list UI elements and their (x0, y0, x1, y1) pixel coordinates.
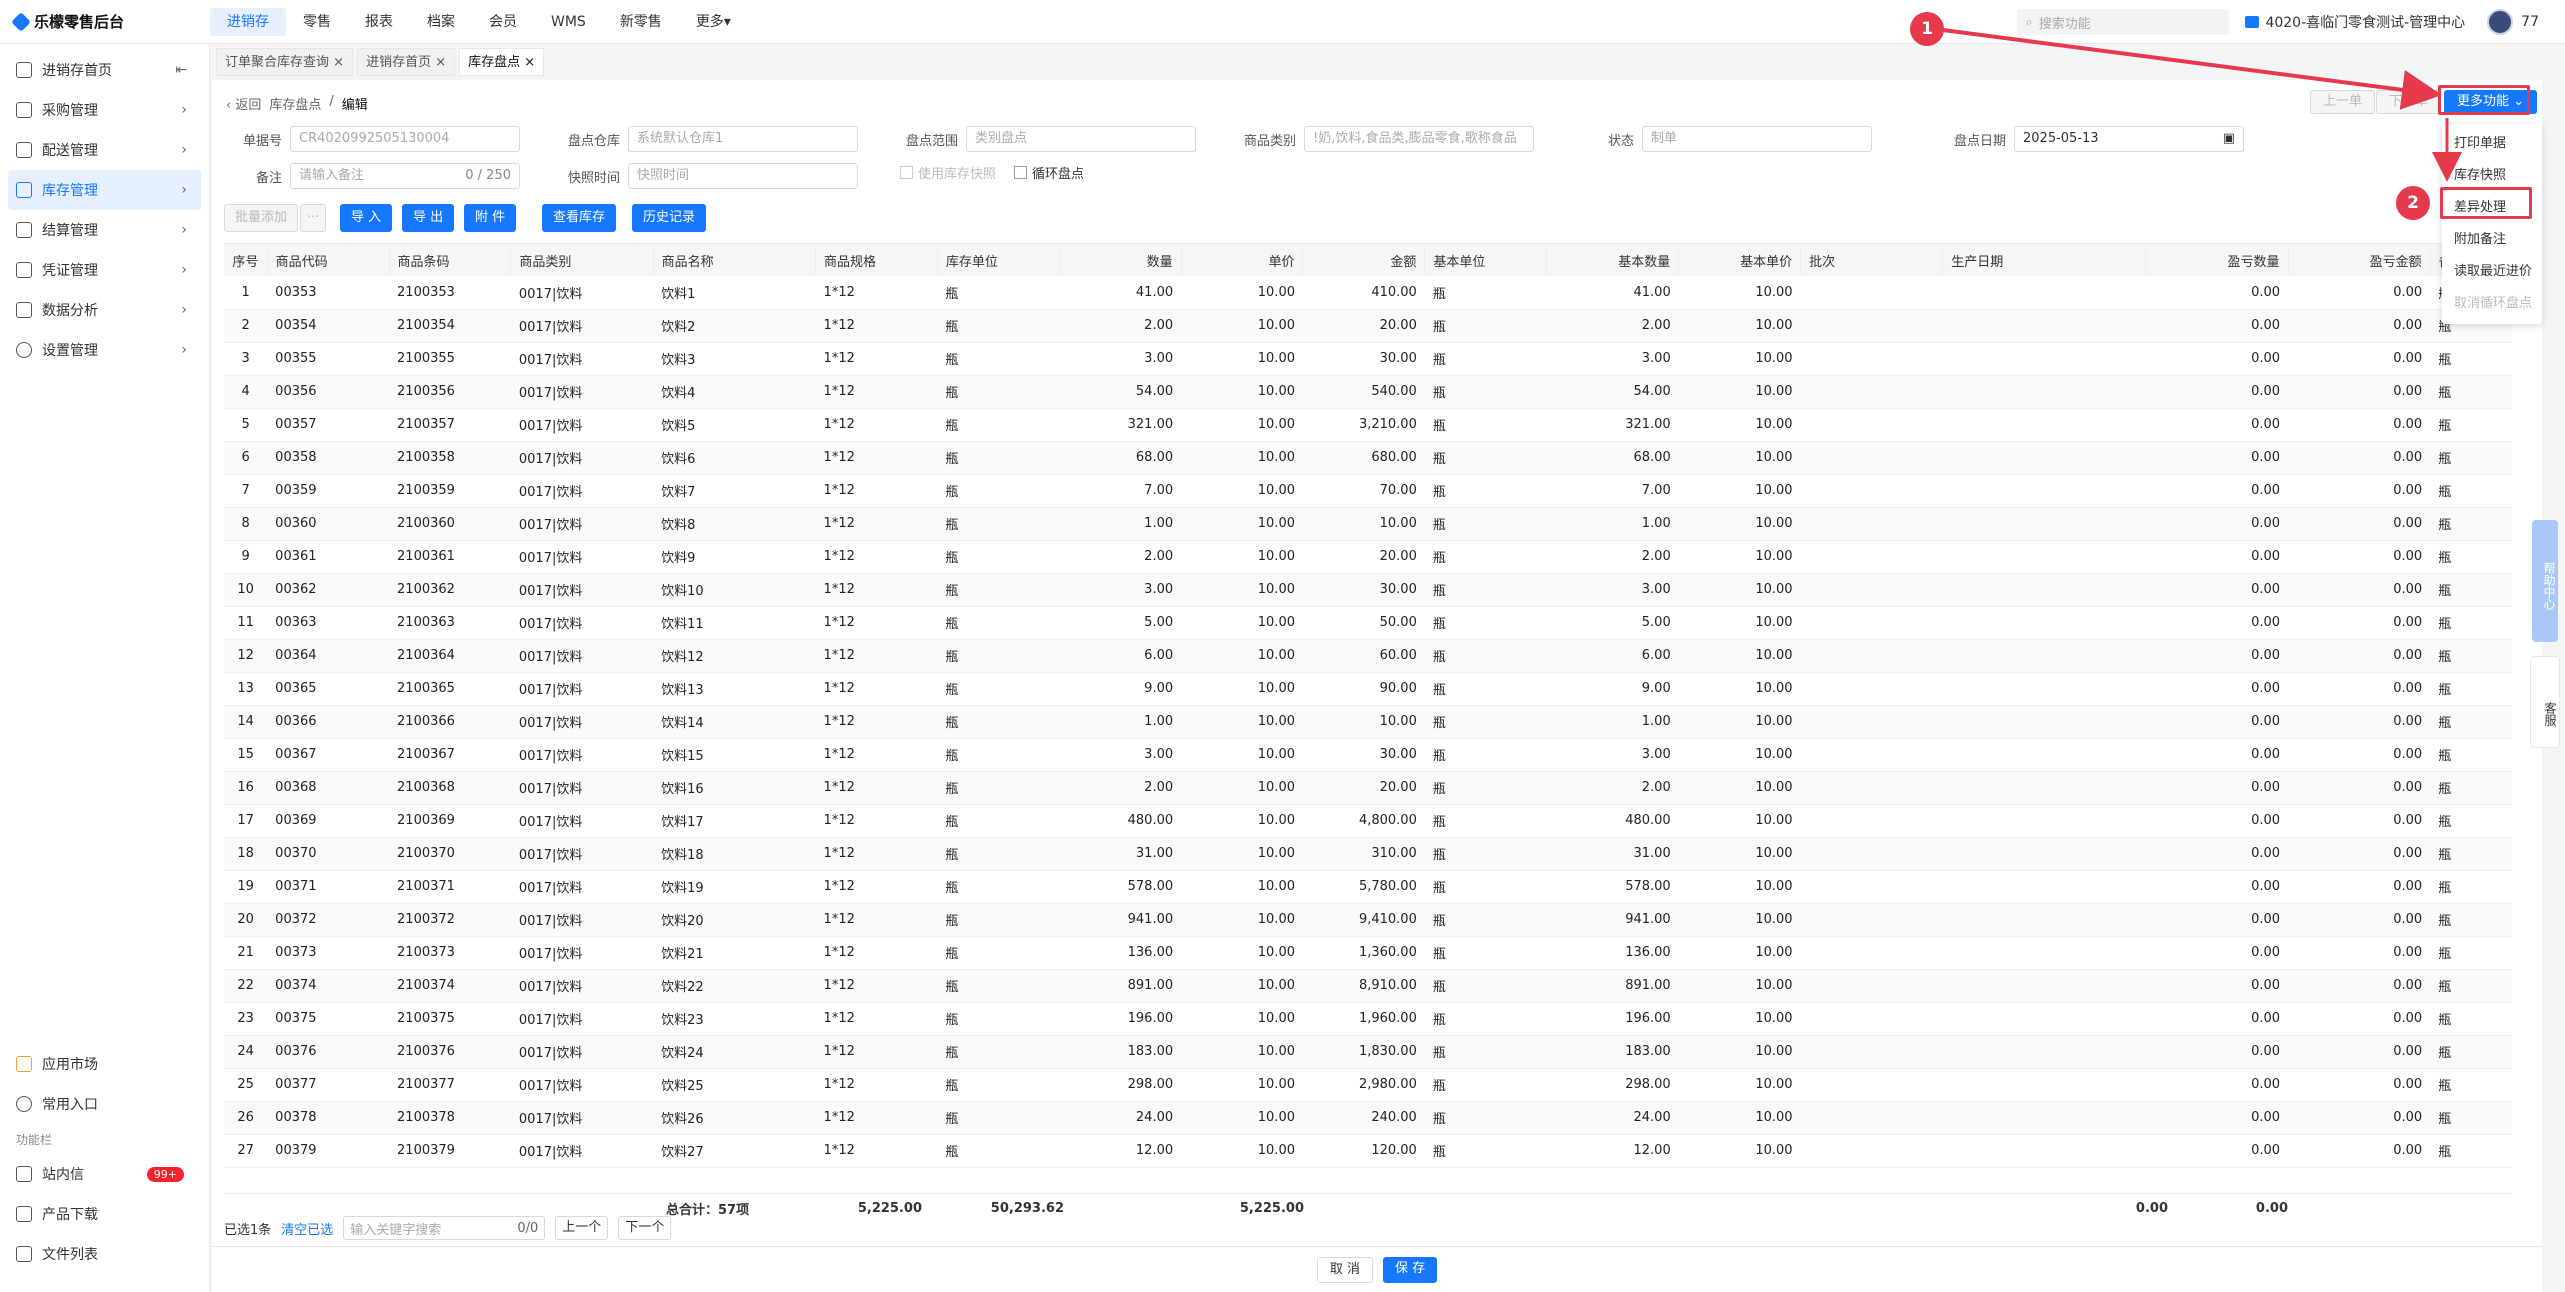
help-center-button[interactable]: 帮助中心 (2532, 520, 2558, 642)
step-marker-1: 1 (1910, 12, 1944, 46)
annotation-arrows (1942, 28, 2462, 182)
arrow-to-more-func (1942, 28, 2442, 110)
customer-service-button[interactable]: 客服 (2530, 656, 2560, 748)
step-marker-2: 2 (2396, 186, 2430, 220)
